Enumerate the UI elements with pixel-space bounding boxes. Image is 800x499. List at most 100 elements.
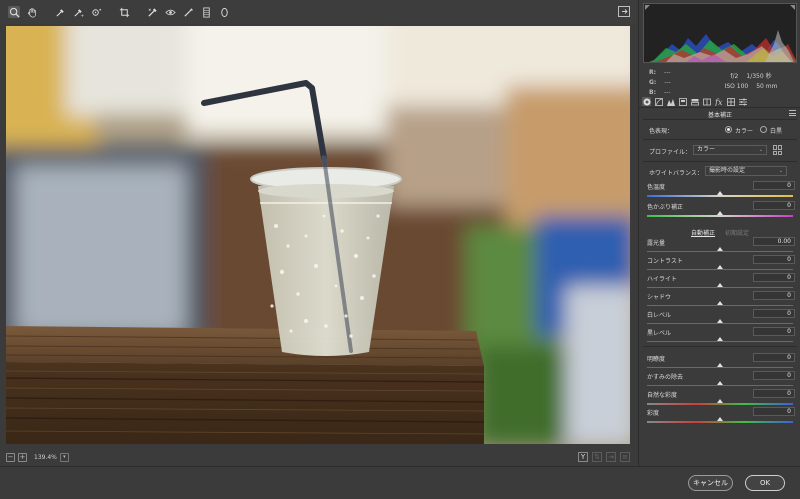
slider-value-field[interactable]: 0 [753, 291, 795, 300]
spot-removal-tool-icon[interactable] [146, 6, 158, 18]
adjustment-brush-icon[interactable] [182, 6, 194, 18]
preview-bar: − + 139.4% ▾ Y ⇅ ⇥ ≡ [0, 449, 636, 465]
ok-button[interactable]: OK [745, 475, 785, 491]
slider-thumb[interactable] [717, 381, 723, 385]
slider-label: 自然な彩度 [647, 392, 678, 399]
red-eye-tool-icon[interactable] [164, 6, 176, 18]
slider-value-field[interactable]: 0 [753, 353, 795, 362]
panel-menu-icon[interactable] [789, 110, 796, 116]
tab-calibration-icon[interactable] [726, 97, 735, 106]
slider-track[interactable] [647, 385, 793, 386]
slider-value-field[interactable]: 0 [753, 181, 795, 190]
hand-tool-icon[interactable] [26, 6, 38, 18]
slider-value-field[interactable]: 0.00 [753, 237, 795, 246]
slider-track[interactable] [647, 341, 793, 342]
slider-value-field[interactable]: 0 [753, 273, 795, 282]
slider-track[interactable] [647, 323, 793, 324]
radial-filter-icon[interactable] [218, 6, 230, 18]
slider-track[interactable] [647, 403, 793, 405]
slider-track[interactable] [647, 421, 793, 423]
slider-thumb[interactable] [717, 191, 723, 195]
treatment-color-radio[interactable] [725, 126, 732, 133]
r-value: --- [664, 69, 671, 76]
slider-track[interactable] [647, 195, 793, 197]
zoom-level: 139.4% [34, 453, 57, 461]
slider-label: 色かぶり補正 [647, 204, 684, 211]
slider-thumb[interactable] [717, 247, 723, 251]
b-value: --- [663, 89, 671, 96]
slider-value-field[interactable]: 0 [753, 309, 795, 318]
slider-value-field[interactable]: 0 [753, 201, 795, 210]
fullscreen-toggle-icon[interactable] [618, 6, 630, 17]
slider-row: 明瞭度 0 [643, 353, 797, 372]
slider-label: ハイライト [647, 276, 677, 283]
image-preview[interactable] [6, 26, 630, 444]
r-label: R: [649, 69, 657, 76]
slider-track[interactable] [647, 251, 793, 252]
zoom-out-button[interactable]: − [6, 452, 15, 462]
tab-effects-icon[interactable]: fx [714, 97, 723, 106]
slider-label: 明瞭度 [647, 356, 666, 363]
profile-label: プロファイル： [649, 149, 692, 156]
before-after-view-button[interactable]: Y [578, 452, 588, 462]
g-value: --- [664, 79, 671, 86]
slider-track[interactable] [647, 305, 793, 306]
slider-thumb[interactable] [717, 265, 723, 269]
crop-tool-icon[interactable] [118, 6, 130, 18]
copy-settings-icon[interactable]: ⇥ [606, 452, 616, 462]
slider-row: ハイライト 0 [643, 273, 797, 292]
profile-browser-icon[interactable] [773, 145, 783, 155]
slider-value-field[interactable]: 0 [753, 389, 795, 398]
slider-value-field[interactable]: 0 [753, 255, 795, 264]
slider-row: シャドウ 0 [643, 291, 797, 310]
auto-default-row: 自動補正 初期設定 [643, 228, 797, 237]
slider-thumb[interactable] [717, 337, 723, 341]
zoom-tool-icon[interactable] [8, 6, 20, 18]
targeted-adjustment-tool-icon[interactable] [90, 6, 102, 18]
tab-basic-aperture-icon[interactable] [642, 97, 651, 106]
toggle-default-icon[interactable]: ≡ [620, 452, 630, 462]
slider-thumb[interactable] [717, 211, 723, 215]
tab-lens-corrections-icon[interactable] [702, 97, 711, 106]
slider-row: 白レベル 0 [643, 309, 797, 328]
slider-thumb[interactable] [717, 283, 723, 287]
slider-value-field[interactable]: 0 [753, 407, 795, 416]
slider-value-field[interactable]: 0 [753, 327, 795, 336]
graduated-filter-icon[interactable] [200, 6, 212, 18]
slider-track[interactable] [647, 215, 793, 217]
treatment-color-label[interactable]: カラー [735, 126, 753, 135]
tab-hsl-icon[interactable] [678, 97, 687, 106]
slider-track[interactable] [647, 269, 793, 270]
slider-row: 色温度 0 [643, 181, 797, 200]
slider-track[interactable] [647, 287, 793, 288]
tab-detail-icon[interactable] [666, 97, 675, 106]
slider-thumb[interactable] [717, 399, 723, 403]
default-button[interactable]: 初期設定 [725, 230, 749, 237]
slider-label: かすみの除去 [647, 374, 684, 381]
treatment-bw-radio[interactable] [760, 126, 767, 133]
tab-tone-curve-icon[interactable] [654, 97, 663, 106]
auto-button[interactable]: 自動補正 [691, 230, 715, 237]
slider-row: 彩度 0 [643, 407, 797, 426]
color-sampler-tool-icon[interactable]: + [72, 6, 84, 18]
tab-presets-icon[interactable] [738, 97, 747, 106]
white-balance-tool-icon[interactable] [54, 6, 66, 18]
highlight-clipping-warning-icon[interactable] [790, 5, 795, 10]
swap-before-after-icon[interactable]: ⇅ [592, 452, 602, 462]
white-balance-dropdown[interactable]: 撮影時の設定 ⌄ [705, 166, 787, 176]
tab-split-toning-icon[interactable] [690, 97, 699, 106]
treatment-bw-label[interactable]: 白黒 [770, 126, 782, 135]
slider-value-field[interactable]: 0 [753, 371, 795, 380]
profile-dropdown[interactable]: カラー ⌄ [693, 145, 767, 155]
zoom-in-button[interactable]: + [18, 452, 27, 462]
shadow-clipping-warning-icon[interactable] [645, 5, 650, 10]
slider-thumb[interactable] [717, 363, 723, 367]
white-balance-label: ホワイトバランス： [649, 170, 703, 177]
cancel-button[interactable]: キャンセル [688, 475, 733, 491]
g-label: G: [649, 79, 657, 86]
slider-track[interactable] [647, 367, 793, 368]
slider-thumb[interactable] [717, 417, 723, 421]
zoom-menu-button[interactable]: ▾ [59, 452, 69, 462]
slider-thumb[interactable] [717, 301, 723, 305]
slider-thumb[interactable] [717, 319, 723, 323]
